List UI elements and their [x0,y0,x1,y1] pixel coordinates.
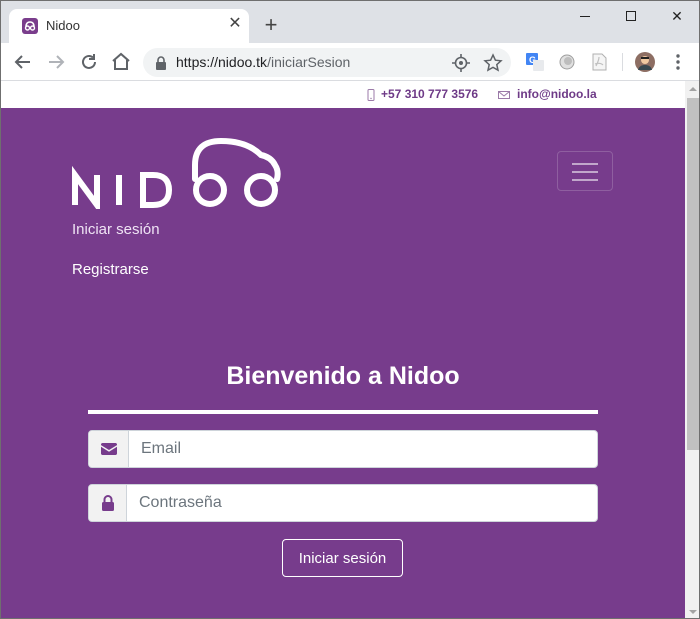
tab-nidoo[interactable]: Nidoo ✕ [9,9,249,43]
browser-window: Nidoo ✕ + ✕ https://nidoo.tk/iniciarSesi… [0,0,700,619]
minimize-button[interactable] [562,1,608,31]
email-addon [89,431,129,467]
nidoo-favicon-icon [22,18,38,34]
lock-icon [101,495,114,511]
url-path: /iniciarSesion [267,54,351,70]
login-button[interactable]: Iniciar sesión [282,539,403,577]
envelope-icon [498,91,510,99]
email-input[interactable] [141,431,591,467]
new-tab-icon[interactable]: + [259,13,283,37]
scroll-thumb[interactable] [687,98,699,450]
page-title: Bienvenido a Nidoo [226,362,460,390]
pdf-icon[interactable] [589,52,609,72]
tab-title: Nidoo [46,18,80,33]
url-text: https://nidoo.tk/iniciarSesion [176,54,350,70]
contact-bar: +57 310 777 3576 info@nidoo.la [1,81,685,108]
profile-avatar[interactable] [635,52,655,72]
browser-toolbar: https://nidoo.tk/iniciarSesion G [1,43,699,81]
reload-icon[interactable] [77,50,101,74]
url-domain: https://nidoo.tk [176,54,268,70]
nidoo-logo[interactable] [71,135,283,209]
maximize-button[interactable] [608,1,654,31]
title-divider [88,410,598,414]
mobile-phone-icon [367,89,375,101]
location-icon[interactable] [451,53,471,73]
menu-toggle-button[interactable] [557,151,613,191]
menu-icon[interactable] [668,52,688,72]
scrollbar[interactable] [685,81,700,619]
password-addon [89,485,127,521]
nav-login-link[interactable]: Iniciar sesión [72,221,160,238]
envelope-icon [100,443,117,455]
extension-icon[interactable] [557,52,577,72]
scroll-up-arrow-icon[interactable] [685,81,700,97]
contact-email[interactable]: info@nidoo.la [517,87,597,101]
scroll-down-arrow-icon[interactable] [685,604,700,619]
star-icon[interactable] [483,53,503,73]
close-window-button[interactable]: ✕ [654,1,699,31]
home-icon[interactable] [109,50,133,74]
forward-icon[interactable] [44,50,68,74]
back-icon[interactable] [11,50,35,74]
close-tab-icon[interactable]: ✕ [226,15,244,33]
translate-icon[interactable]: G [525,52,545,72]
password-input[interactable] [139,485,589,521]
login-section: Iniciar sesión Registrarse Bienvenido a … [1,108,685,618]
contact-phone[interactable]: +57 310 777 3576 [381,87,478,101]
email-field[interactable] [88,430,598,468]
toolbar-separator [622,53,623,71]
lock-icon [156,56,166,70]
page-viewport: +57 310 777 3576 info@nidoo.la Iniciar s… [1,81,685,618]
address-bar[interactable]: https://nidoo.tk/iniciarSesion [143,48,511,77]
tab-strip: Nidoo ✕ + ✕ [1,1,699,43]
nav-register-link[interactable]: Registrarse [72,261,149,278]
password-field[interactable] [88,484,598,522]
